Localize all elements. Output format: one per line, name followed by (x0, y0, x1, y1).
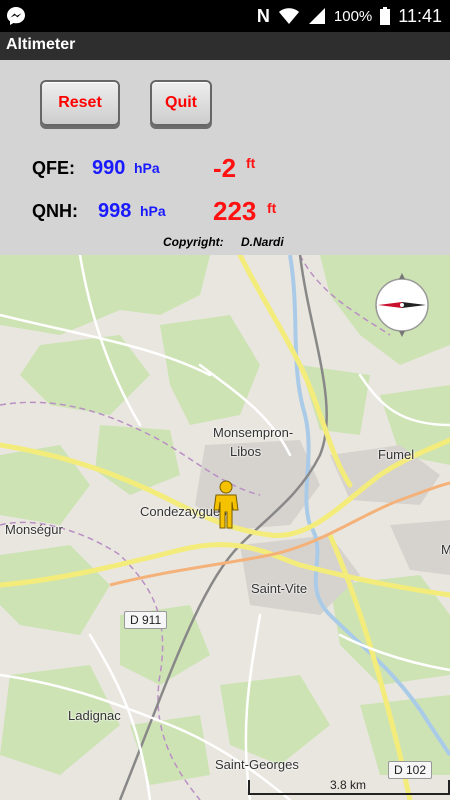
place-label: Libos (230, 444, 262, 459)
scale-label: 3.8 km (329, 778, 366, 792)
qnh-label: QNH: (32, 201, 78, 221)
title-bar: Altimeter (0, 32, 450, 60)
clock: 11:41 (398, 5, 442, 26)
quit-button[interactable]: Quit (150, 80, 212, 126)
nfc-icon: N (256, 5, 270, 26)
control-panel: Reset Quit QFE: 990 hPa -2 ft QNH: 998 h… (0, 60, 450, 255)
wifi-icon (278, 7, 300, 25)
qfe-unit: hPa (134, 160, 160, 176)
qfe-label: QFE: (32, 158, 75, 178)
qnh-row: QNH: 998 hPa 223 ft (0, 196, 450, 226)
place-label: Saint-Vite (251, 581, 308, 596)
battery-icon (380, 7, 391, 25)
map-scale: 3.8 km (248, 776, 450, 796)
copyright-author: D.Nardi (241, 235, 284, 249)
place-label: Fumel (378, 447, 415, 462)
app-title: Altimeter (6, 36, 76, 53)
qfe-value: 990 (92, 157, 126, 179)
qfe-row: QFE: 990 hPa -2 ft (0, 153, 450, 183)
location-marker-icon[interactable] (212, 480, 240, 530)
place-label: Monsempron- (213, 425, 294, 440)
place-label: M (441, 542, 450, 557)
compass-icon[interactable] (374, 271, 430, 341)
road-sign: D 911 (124, 611, 168, 629)
messenger-icon (6, 6, 26, 26)
place-label: Saint-Georges (215, 757, 299, 772)
qnh-altitude: 223 (213, 196, 257, 226)
qnh-value: 998 (98, 200, 132, 222)
copyright-label: Copyright: (163, 235, 224, 249)
signal-icon (308, 7, 326, 25)
place-label: Monségur (5, 522, 63, 537)
reset-button[interactable]: Reset (40, 80, 120, 126)
qnh-altitude-unit: ft (267, 200, 277, 216)
qnh-unit: hPa (140, 203, 166, 219)
place-label: Ladignac (68, 708, 121, 723)
status-bar: N 100% 11:41 (0, 0, 450, 32)
qfe-altitude: -2 (213, 153, 237, 183)
battery-percent: 100% (333, 7, 373, 25)
qfe-altitude-unit: ft (246, 155, 256, 171)
